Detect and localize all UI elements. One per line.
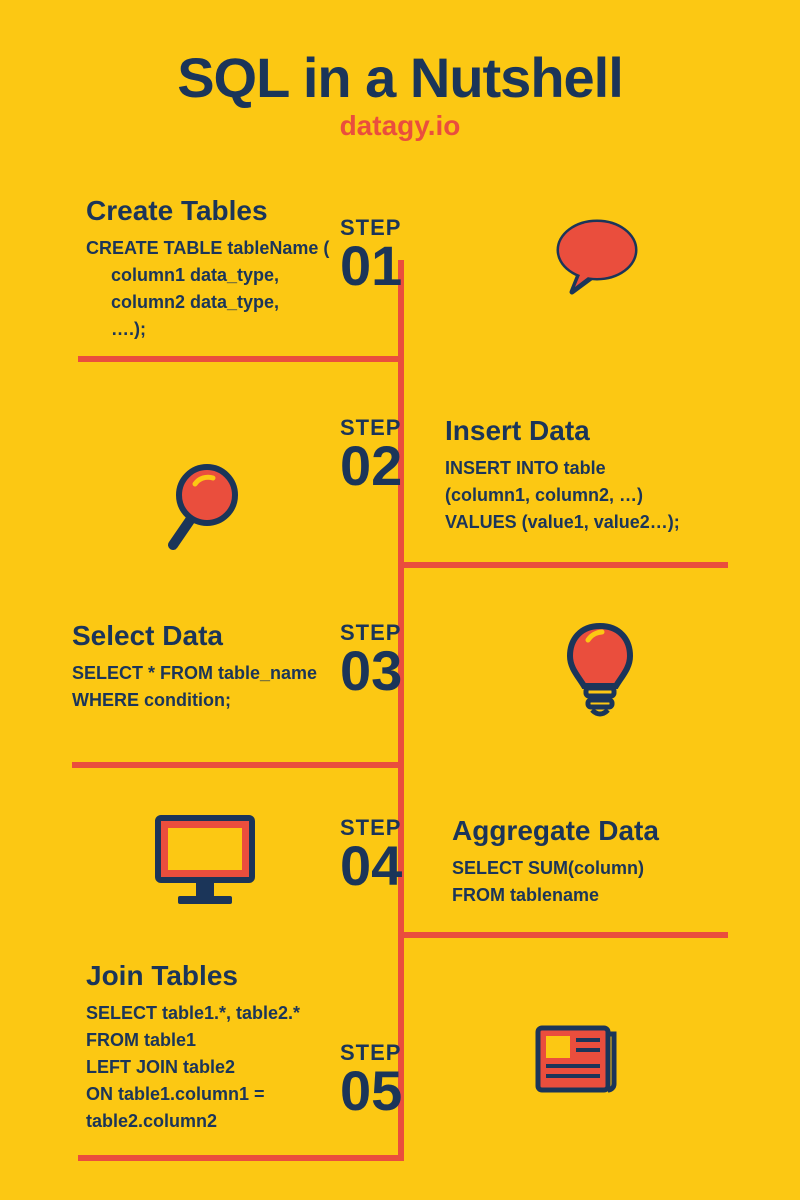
step-heading: Create Tables [86,195,336,227]
monitor-icon [150,810,260,915]
magnifying-glass-icon [155,460,250,565]
step-code: SELECT * FROM table_name WHERE condition… [72,660,392,714]
newspaper-icon [530,1020,620,1105]
step-heading: Join Tables [86,960,406,992]
speech-bubble-icon [550,217,645,307]
step-marker-2: STEP 02 [340,415,402,491]
step-code: CREATE TABLE tableName ( column1 data_ty… [86,235,336,343]
step-number: 01 [340,241,402,291]
step-marker-1: STEP 01 [340,215,402,291]
lightbulb-icon [560,618,640,728]
step-content-1: Create Tables CREATE TABLE tableName ( c… [86,195,336,343]
branch-line [72,762,402,768]
step-content-2: Insert Data INSERT INTO table (column1, … [445,415,775,536]
step-marker-4: STEP 04 [340,815,402,891]
step-heading: Select Data [72,620,392,652]
step-content-4: Aggregate Data SELECT SUM(column) FROM t… [452,815,772,909]
step-content-3: Select Data SELECT * FROM table_name WHE… [72,620,392,714]
branch-line [78,356,404,362]
step-content-5: Join Tables SELECT table1.*, table2.* FR… [86,960,406,1135]
page-title: SQL in a Nutshell [0,0,800,110]
branch-line [398,932,728,938]
step-code: SELECT table1.*, table2.* FROM table1 LE… [86,1000,406,1135]
page-subtitle: datagy.io [0,110,800,142]
branch-line [78,1155,404,1161]
branch-line [398,562,728,568]
step-number: 04 [340,841,402,891]
step-code: SELECT SUM(column) FROM tablename [452,855,772,909]
step-number: 02 [340,441,402,491]
step-heading: Aggregate Data [452,815,772,847]
step-heading: Insert Data [445,415,775,447]
step-code: INSERT INTO table (column1, column2, …) … [445,455,775,536]
